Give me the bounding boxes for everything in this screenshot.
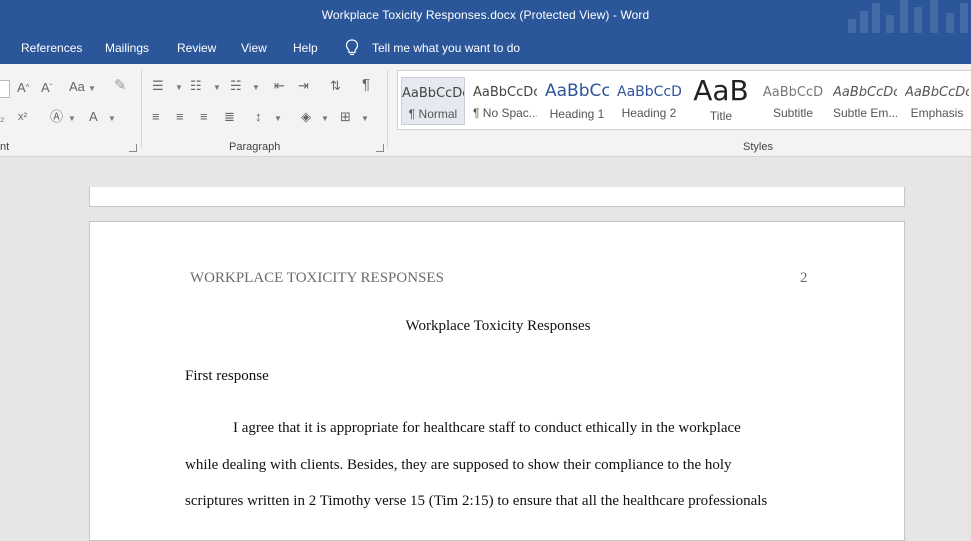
style-sample: AaBbCcDc	[905, 85, 969, 100]
tab-help[interactable]: Help	[293, 41, 318, 55]
font-dialog-launcher[interactable]	[129, 144, 137, 152]
numbering-icon[interactable]: ☷	[190, 78, 202, 94]
align-left-icon[interactable]: ≡	[152, 109, 160, 125]
style-name: Heading 2	[621, 106, 677, 120]
grow-font-icon[interactable]: A^	[17, 80, 29, 96]
shading-icon[interactable]: ◈	[301, 109, 311, 125]
group-divider	[141, 70, 142, 148]
paragraph-line: I agree that it is appropriate for healt…	[233, 420, 741, 436]
text-effects-icon[interactable]: Ⓐ	[50, 109, 63, 125]
subscript-icon[interactable]: ₂	[0, 110, 4, 126]
align-center-icon[interactable]: ≡	[176, 109, 184, 125]
page-number: 2	[800, 270, 808, 286]
style-name: Title	[709, 109, 733, 123]
style-sample: AaBbCc	[545, 81, 609, 101]
font-group-label: nt	[0, 141, 10, 153]
style-name: ¶ No Spac...	[473, 106, 537, 120]
chevron-down-icon: ▼	[274, 114, 282, 123]
sort-icon[interactable]: ⇅	[330, 78, 341, 94]
paragraph-dialog-launcher[interactable]	[376, 144, 384, 152]
style-name: ¶ Normal	[408, 107, 458, 121]
increase-indent-icon[interactable]: ⇥	[298, 78, 309, 94]
tell-me-text: Tell me what you want to do	[372, 41, 521, 55]
font-color-icon[interactable]: A	[89, 109, 98, 125]
multilevel-list-icon[interactable]: ☵	[230, 78, 242, 94]
styles-gallery: AaBbCcDc ¶ Normal AaBbCcDc ¶ No Spac... …	[397, 70, 971, 130]
decrease-indent-icon[interactable]: ⇤	[274, 78, 285, 94]
style-heading-2[interactable]: AaBbCcD Heading 2	[617, 77, 681, 125]
previous-page-bottom	[89, 187, 905, 207]
window-title: Workplace Toxicity Responses.docx (Prote…	[321, 8, 650, 22]
style-heading-1[interactable]: AaBbCc Heading 1	[545, 77, 609, 125]
tell-me-box[interactable]: Tell me what you want to do	[345, 39, 520, 57]
justify-icon[interactable]: ≣	[224, 109, 235, 125]
chevron-down-icon: ▼	[108, 114, 116, 123]
shrink-font-icon[interactable]: Aˇ	[41, 80, 52, 96]
style-sample: AaBbCcDc	[833, 85, 897, 100]
superscript-icon[interactable]: x²	[18, 109, 27, 125]
document-page[interactable]: WORKPLACE TOXICITY RESPONSES 2 Workplace…	[89, 221, 905, 541]
ribbon-tabs: References Mailings Review View Help Tel…	[0, 33, 971, 64]
style-title[interactable]: AaB Title	[689, 77, 753, 125]
style-sample: AaBbCcD	[617, 84, 681, 100]
style-name: Emphasis	[910, 106, 964, 120]
align-right-icon[interactable]: ≡	[200, 109, 208, 125]
tab-review[interactable]: Review	[177, 41, 216, 55]
chevron-down-icon: ▼	[252, 83, 260, 92]
change-case-icon[interactable]: Aa	[69, 79, 85, 95]
group-divider	[387, 70, 388, 148]
chevron-down-icon: ▼	[68, 114, 76, 123]
document-title: Workplace Toxicity Responses	[405, 318, 591, 334]
style-name: Subtle Em...	[833, 106, 897, 120]
styles-group-label: Styles	[743, 141, 773, 153]
tab-references[interactable]: References	[21, 41, 82, 55]
pilcrow-icon[interactable]: ¶	[362, 77, 370, 93]
style-no-spacing[interactable]: AaBbCcDc ¶ No Spac...	[473, 77, 537, 125]
style-name: Subtitle	[772, 106, 814, 120]
title-bar-decoration	[846, 0, 971, 33]
bullets-icon[interactable]: ☰	[152, 78, 164, 94]
style-name: Heading 1	[549, 107, 605, 121]
chevron-down-icon: ▼	[213, 83, 221, 92]
tab-mailings[interactable]: Mailings	[105, 41, 149, 55]
lightbulb-icon	[345, 39, 359, 56]
chevron-down-icon: ▼	[175, 83, 183, 92]
style-normal[interactable]: AaBbCcDc ¶ Normal	[401, 77, 465, 125]
paragraph-line: scriptures written in 2 Timothy verse 15…	[185, 493, 768, 509]
title-bar: Workplace Toxicity Responses.docx (Prote…	[0, 0, 971, 33]
line-spacing-icon[interactable]: ↕	[255, 109, 262, 125]
section-subheading: First response	[185, 368, 269, 384]
style-sample: AaB	[693, 77, 749, 107]
chevron-down-icon: ▼	[361, 114, 369, 123]
tab-view[interactable]: View	[241, 41, 267, 55]
running-head: WORKPLACE TOXICITY RESPONSES	[190, 270, 444, 286]
clear-formatting-icon[interactable]: ✎	[114, 78, 127, 94]
style-subtitle[interactable]: AaBbCcD Subtitle	[761, 77, 825, 125]
paragraph-group-label: Paragraph	[229, 141, 281, 153]
chevron-down-icon: ▼	[321, 114, 329, 123]
chevron-down-icon: ▼	[88, 84, 96, 93]
style-sample: AaBbCcDc	[473, 85, 537, 100]
style-sample: AaBbCcD	[762, 85, 824, 100]
style-sample: AaBbCcDc	[402, 86, 465, 101]
style-emphasis[interactable]: AaBbCcDc Emphasis	[905, 77, 969, 125]
font-size-box[interactable]	[0, 80, 10, 98]
paragraph-line: while dealing with clients. Besides, the…	[185, 457, 732, 473]
borders-icon[interactable]: ⊞	[340, 109, 351, 125]
style-subtle-emphasis[interactable]: AaBbCcDc Subtle Em...	[833, 77, 897, 125]
